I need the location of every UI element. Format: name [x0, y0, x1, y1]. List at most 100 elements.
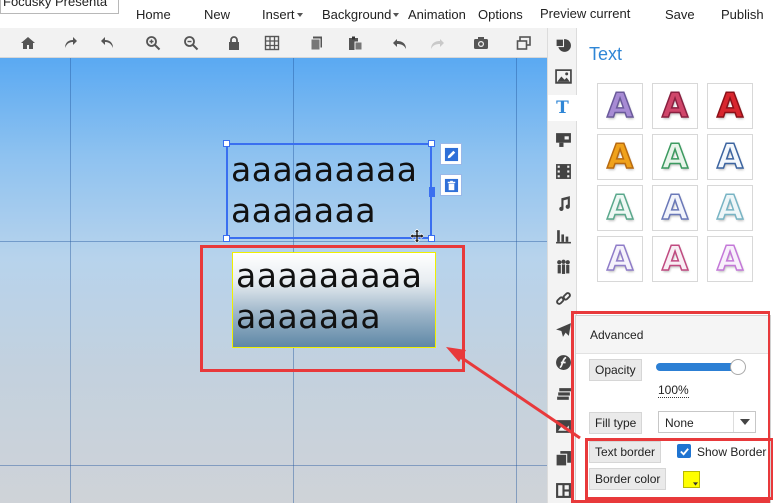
pages-icon: [555, 450, 571, 466]
undo-curved-icon: [101, 37, 113, 48]
rail-flash[interactable]: [553, 352, 573, 372]
lock-icon: [229, 36, 239, 50]
rail-music[interactable]: [553, 193, 573, 213]
text-style-preset[interactable]: A: [597, 134, 643, 180]
rail-text[interactable]: T: [548, 95, 577, 121]
selected-text-line-2: aaaaaaa: [231, 191, 377, 230]
menu-background[interactable]: Background: [322, 7, 400, 22]
text-style-sample-glyph: A: [661, 86, 689, 126]
media-icon: [555, 132, 571, 147]
plane-icon: [555, 322, 571, 337]
redo-icon: [431, 39, 444, 49]
text-style-sample-glyph: A: [716, 86, 744, 126]
rail-video[interactable]: [553, 161, 573, 181]
home-button[interactable]: [18, 33, 38, 53]
copy-icon: [310, 36, 322, 51]
lock-button[interactable]: [224, 33, 244, 53]
menu-animation[interactable]: Animation: [408, 7, 466, 22]
image-icon: [554, 68, 572, 84]
text-style-preset[interactable]: A: [597, 83, 643, 129]
trash-icon: [444, 178, 458, 192]
menu-insert[interactable]: Insert: [262, 7, 303, 22]
redo-button[interactable]: [427, 33, 447, 53]
text-style-preset[interactable]: A: [652, 134, 698, 180]
rail-roles[interactable]: [553, 320, 573, 340]
edit-text-button[interactable]: [440, 143, 462, 165]
text-style-sample-glyph: A: [606, 137, 634, 177]
window-icon: [516, 36, 531, 50]
resize-handle-top-right[interactable]: [428, 140, 435, 147]
menu-preview-current[interactable]: Preview current: [540, 6, 630, 21]
text-style-sample-glyph: A: [661, 188, 689, 228]
menu-bar: Focusky Presenta Home New Insert Backgro…: [0, 0, 773, 28]
text-style-preset[interactable]: A: [707, 236, 753, 282]
menu-home[interactable]: Home: [136, 7, 171, 22]
edit-icon: [444, 147, 458, 161]
text-style-sample-glyph: A: [716, 239, 744, 279]
menu-save[interactable]: Save: [665, 7, 695, 22]
rail-layout[interactable]: [553, 480, 573, 500]
link-icon: [555, 291, 571, 305]
text-style-preset[interactable]: A: [652, 185, 698, 231]
rail-media[interactable]: [553, 129, 573, 149]
resize-handle-bottom-left[interactable]: [223, 235, 230, 242]
undo-icon: [393, 39, 406, 49]
menu-insert-label: Insert: [262, 7, 295, 22]
redo-curved-icon: [65, 37, 77, 48]
window-button[interactable]: [514, 33, 534, 53]
text-style-preset[interactable]: A: [652, 83, 698, 129]
undo-button[interactable]: [390, 33, 410, 53]
text-style-preset[interactable]: A: [597, 236, 643, 282]
text-style-sample-glyph: A: [661, 137, 689, 177]
resize-handle-bottom-right[interactable]: [428, 235, 435, 242]
text-style-preset[interactable]: A: [707, 134, 753, 180]
layers-icon: [556, 387, 571, 400]
text-icon: T: [556, 98, 569, 118]
text-style-preset[interactable]: A: [652, 236, 698, 282]
background-image-icon: [555, 419, 571, 433]
rail-background[interactable]: [553, 416, 573, 436]
menu-options[interactable]: Options: [478, 7, 523, 22]
rail-chart[interactable]: [553, 225, 573, 245]
screenshot-button[interactable]: [471, 33, 491, 53]
rotate-right-button[interactable]: [60, 33, 80, 53]
rail-images[interactable]: [553, 66, 573, 86]
copy-button[interactable]: [307, 33, 327, 53]
text-style-preset[interactable]: A: [707, 185, 753, 231]
toolbar: [0, 28, 547, 58]
rail-link[interactable]: [553, 288, 573, 308]
music-icon: [558, 195, 570, 211]
grid-button[interactable]: [262, 33, 282, 53]
zoom-in-button[interactable]: [143, 33, 163, 53]
zoom-out-button[interactable]: [181, 33, 201, 53]
rotate-left-button[interactable]: [98, 33, 118, 53]
selected-text-content[interactable]: aaaaaaaaa aaaaaaa: [231, 149, 418, 231]
menu-new[interactable]: New: [204, 7, 230, 22]
chevron-down-icon: [393, 13, 400, 17]
text-style-sample-glyph: A: [716, 137, 744, 177]
app-title: Focusky Presenta: [0, 0, 119, 14]
annotation-highlight-text: [200, 245, 465, 372]
text-style-preset[interactable]: A: [707, 83, 753, 129]
people-icon: [556, 259, 570, 274]
guide-line: [516, 58, 517, 503]
text-style-sample-glyph: A: [606, 239, 634, 279]
rail-characters[interactable]: [553, 256, 573, 276]
text-style-preset[interactable]: A: [597, 185, 643, 231]
rail-layers[interactable]: [553, 384, 573, 404]
grid-icon: [264, 35, 280, 51]
selected-text-object[interactable]: aaaaaaaaa aaaaaaa: [223, 140, 435, 242]
zoom-out-icon: [184, 36, 199, 51]
paste-button[interactable]: [345, 33, 365, 53]
resize-handle-top-left[interactable]: [223, 140, 230, 147]
resize-handle-right[interactable]: [429, 187, 435, 197]
menu-publish[interactable]: Publish: [721, 7, 764, 22]
selected-text-line-1: aaaaaaaaa: [231, 150, 418, 189]
menu-background-label: Background: [322, 7, 392, 22]
delete-button[interactable]: [440, 174, 462, 196]
home-icon: [21, 37, 35, 49]
rail-pages[interactable]: [553, 448, 573, 468]
flash-icon: [555, 354, 571, 370]
editing-canvas[interactable]: aaaaaaaaa aaaaaaa aaaaaaaaa aaaaaaa: [0, 58, 547, 503]
rail-shapes[interactable]: [553, 35, 573, 55]
